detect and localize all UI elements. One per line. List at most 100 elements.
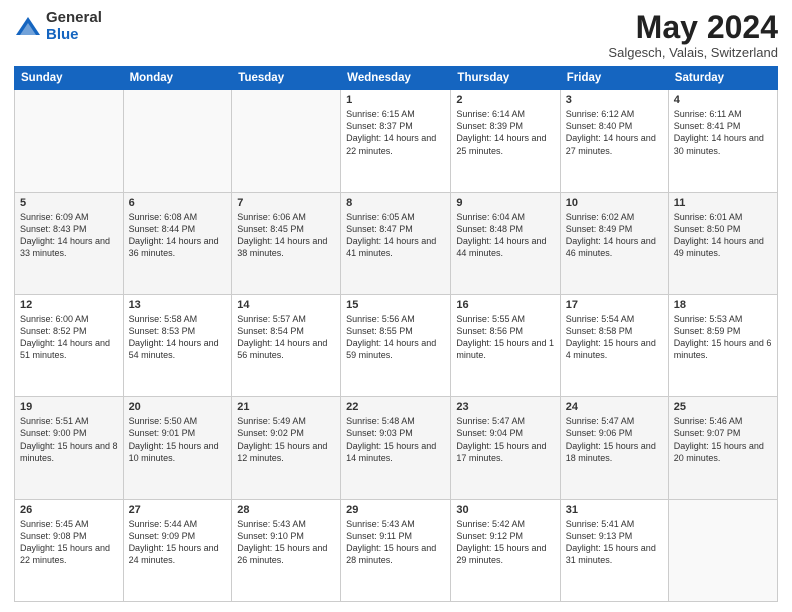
day-info: Sunrise: 5:53 AM Sunset: 8:59 PM Dayligh… xyxy=(674,313,772,362)
logo-general-text: General xyxy=(46,10,102,27)
day-cell: 28Sunrise: 5:43 AM Sunset: 9:10 PM Dayli… xyxy=(232,499,341,601)
day-number: 15 xyxy=(346,299,445,311)
day-info: Sunrise: 6:11 AM Sunset: 8:41 PM Dayligh… xyxy=(674,108,772,157)
logo: General Blue xyxy=(14,10,102,43)
day-cell xyxy=(668,499,777,601)
day-number: 3 xyxy=(566,94,663,106)
calendar-table: SundayMondayTuesdayWednesdayThursdayFrid… xyxy=(14,66,778,602)
day-cell: 22 Sunrise: 5:48 AM Sunset: 9:03 PM Dayli… xyxy=(341,397,451,499)
location: Salgesch, Valais, Switzerland xyxy=(608,45,778,60)
day-number: 6 xyxy=(129,197,227,209)
day-cell: 12 Sunrise: 6:00 AM Sunset: 8:52 PM Dayli… xyxy=(15,294,124,396)
day-cell: 23 Sunrise: 5:47 AM Sunset: 9:04 PM Dayli… xyxy=(451,397,560,499)
day-info: Sunrise: 5:51 AM Sunset: 9:00 PM Dayligh… xyxy=(20,415,118,464)
day-info: Sunrise: 6:05 AM Sunset: 8:47 PM Dayligh… xyxy=(346,211,445,260)
week-row-3: 12 Sunrise: 6:00 AM Sunset: 8:52 PM Dayli… xyxy=(15,294,778,396)
day-number: 14 xyxy=(237,299,335,311)
col-header-tuesday: Tuesday xyxy=(232,67,341,90)
day-number: 22 xyxy=(346,401,445,413)
day-number: 30 xyxy=(456,504,554,516)
day-info: Sunrise: 5:47 AM Sunset: 9:04 PM Dayligh… xyxy=(456,415,554,464)
day-cell: 10 Sunrise: 6:02 AM Sunset: 8:49 PM Dayli… xyxy=(560,192,668,294)
day-cell: 25Sunrise: 5:46 AM Sunset: 9:07 PM Dayli… xyxy=(668,397,777,499)
day-number: 20 xyxy=(129,401,227,413)
day-cell xyxy=(123,90,232,192)
day-number: 9 xyxy=(456,197,554,209)
day-info: Sunrise: 5:41 AM Sunset: 9:13 PM Dayligh… xyxy=(566,518,663,567)
day-info: Sunrise: 6:00 AM Sunset: 8:52 PM Dayligh… xyxy=(20,313,118,362)
day-info: Sunrise: 6:15 AM Sunset: 8:37 PM Dayligh… xyxy=(346,108,445,157)
day-number: 19 xyxy=(20,401,118,413)
day-info: Sunrise: 6:02 AM Sunset: 8:49 PM Dayligh… xyxy=(566,211,663,260)
day-info: Sunrise: 5:42 AM Sunset: 9:12 PM Dayligh… xyxy=(456,518,554,567)
week-row-2: 5Sunrise: 6:09 AM Sunset: 8:43 PM Daylig… xyxy=(15,192,778,294)
day-info: Sunrise: 5:43 AM Sunset: 9:11 PM Dayligh… xyxy=(346,518,445,567)
day-cell: 29 Sunrise: 5:43 AM Sunset: 9:11 PM Dayli… xyxy=(341,499,451,601)
page: General Blue May 2024 Salgesch, Valais, … xyxy=(0,0,792,612)
logo-text: General Blue xyxy=(46,10,102,43)
day-info: Sunrise: 6:12 AM Sunset: 8:40 PM Dayligh… xyxy=(566,108,663,157)
day-info: Sunrise: 5:58 AM Sunset: 8:53 PM Dayligh… xyxy=(129,313,227,362)
day-number: 29 xyxy=(346,504,445,516)
day-cell: 7Sunrise: 6:06 AM Sunset: 8:45 PM Daylig… xyxy=(232,192,341,294)
day-info: Sunrise: 6:04 AM Sunset: 8:48 PM Dayligh… xyxy=(456,211,554,260)
day-number: 24 xyxy=(566,401,663,413)
day-number: 28 xyxy=(237,504,335,516)
day-cell: 5Sunrise: 6:09 AM Sunset: 8:43 PM Daylig… xyxy=(15,192,124,294)
day-cell: 6 Sunrise: 6:08 AM Sunset: 8:44 PM Daylig… xyxy=(123,192,232,294)
day-info: Sunrise: 6:08 AM Sunset: 8:44 PM Dayligh… xyxy=(129,211,227,260)
day-cell: 11 Sunrise: 6:01 AM Sunset: 8:50 PM Dayli… xyxy=(668,192,777,294)
day-info: Sunrise: 5:50 AM Sunset: 9:01 PM Dayligh… xyxy=(129,415,227,464)
col-header-sunday: Sunday xyxy=(15,67,124,90)
col-header-monday: Monday xyxy=(123,67,232,90)
day-number: 23 xyxy=(456,401,554,413)
day-cell: 14 Sunrise: 5:57 AM Sunset: 8:54 PM Dayli… xyxy=(232,294,341,396)
day-info: Sunrise: 6:01 AM Sunset: 8:50 PM Dayligh… xyxy=(674,211,772,260)
day-number: 7 xyxy=(237,197,335,209)
col-header-thursday: Thursday xyxy=(451,67,560,90)
day-cell: 1Sunrise: 6:15 AM Sunset: 8:37 PM Daylig… xyxy=(341,90,451,192)
day-number: 12 xyxy=(20,299,118,311)
day-info: Sunrise: 5:57 AM Sunset: 8:54 PM Dayligh… xyxy=(237,313,335,362)
day-info: Sunrise: 5:56 AM Sunset: 8:55 PM Dayligh… xyxy=(346,313,445,362)
day-number: 31 xyxy=(566,504,663,516)
col-header-wednesday: Wednesday xyxy=(341,67,451,90)
day-number: 13 xyxy=(129,299,227,311)
day-info: Sunrise: 6:14 AM Sunset: 8:39 PM Dayligh… xyxy=(456,108,554,157)
day-cell xyxy=(15,90,124,192)
day-cell: 24 Sunrise: 5:47 AM Sunset: 9:06 PM Dayli… xyxy=(560,397,668,499)
day-number: 25 xyxy=(674,401,772,413)
day-number: 2 xyxy=(456,94,554,106)
day-cell xyxy=(232,90,341,192)
week-row-4: 19 Sunrise: 5:51 AM Sunset: 9:00 PM Dayli… xyxy=(15,397,778,499)
day-cell: 16 Sunrise: 5:55 AM Sunset: 8:56 PM Dayli… xyxy=(451,294,560,396)
day-number: 4 xyxy=(674,94,772,106)
header-row: SundayMondayTuesdayWednesdayThursdayFrid… xyxy=(15,67,778,90)
day-info: Sunrise: 5:54 AM Sunset: 8:58 PM Dayligh… xyxy=(566,313,663,362)
day-cell: 26Sunrise: 5:45 AM Sunset: 9:08 PM Dayli… xyxy=(15,499,124,601)
day-info: Sunrise: 5:44 AM Sunset: 9:09 PM Dayligh… xyxy=(129,518,227,567)
day-cell: 17 Sunrise: 5:54 AM Sunset: 8:58 PM Dayli… xyxy=(560,294,668,396)
week-row-5: 26Sunrise: 5:45 AM Sunset: 9:08 PM Dayli… xyxy=(15,499,778,601)
day-cell: 4 Sunrise: 6:11 AM Sunset: 8:41 PM Daylig… xyxy=(668,90,777,192)
day-cell: 31 Sunrise: 5:41 AM Sunset: 9:13 PM Dayli… xyxy=(560,499,668,601)
day-number: 10 xyxy=(566,197,663,209)
day-cell: 27 Sunrise: 5:44 AM Sunset: 9:09 PM Dayli… xyxy=(123,499,232,601)
day-info: Sunrise: 5:49 AM Sunset: 9:02 PM Dayligh… xyxy=(237,415,335,464)
day-cell: 18 Sunrise: 5:53 AM Sunset: 8:59 PM Dayli… xyxy=(668,294,777,396)
day-number: 16 xyxy=(456,299,554,311)
col-header-friday: Friday xyxy=(560,67,668,90)
day-number: 11 xyxy=(674,197,772,209)
day-info: Sunrise: 5:55 AM Sunset: 8:56 PM Dayligh… xyxy=(456,313,554,362)
day-number: 21 xyxy=(237,401,335,413)
day-number: 27 xyxy=(129,504,227,516)
day-cell: 20 Sunrise: 5:50 AM Sunset: 9:01 PM Dayli… xyxy=(123,397,232,499)
day-info: Sunrise: 5:48 AM Sunset: 9:03 PM Dayligh… xyxy=(346,415,445,464)
day-number: 18 xyxy=(674,299,772,311)
day-info: Sunrise: 5:47 AM Sunset: 9:06 PM Dayligh… xyxy=(566,415,663,464)
day-number: 8 xyxy=(346,197,445,209)
day-number: 5 xyxy=(20,197,118,209)
day-number: 17 xyxy=(566,299,663,311)
day-cell: 21 Sunrise: 5:49 AM Sunset: 9:02 PM Dayli… xyxy=(232,397,341,499)
day-cell: 30 Sunrise: 5:42 AM Sunset: 9:12 PM Dayli… xyxy=(451,499,560,601)
